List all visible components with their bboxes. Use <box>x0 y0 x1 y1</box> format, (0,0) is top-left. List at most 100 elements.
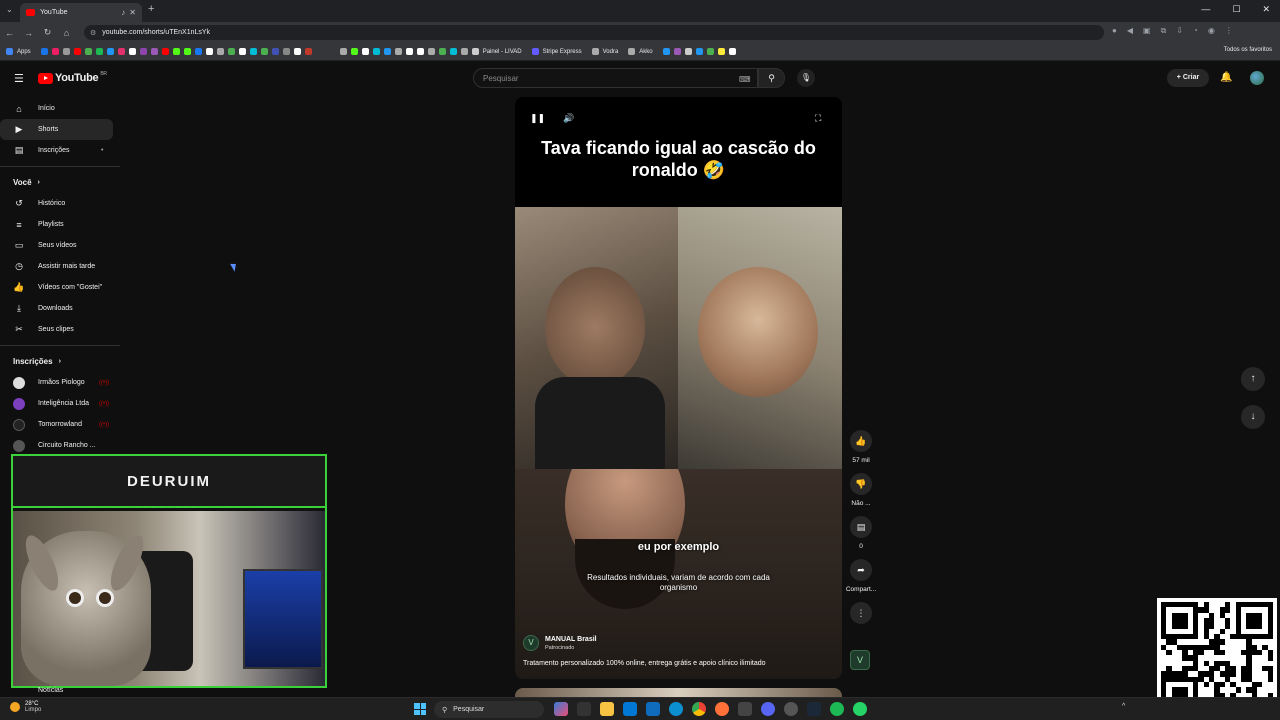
sidebar-channel[interactable]: Irmãos Piologo ((•)) <box>0 372 122 393</box>
edge-icon[interactable] <box>669 702 683 716</box>
bookmark-akko[interactable]: Akko <box>639 49 652 55</box>
sidebar-channel[interactable]: Tomorrowland ((•)) <box>0 414 122 435</box>
next-short-button[interactable]: ↓ <box>1241 405 1265 429</box>
previous-short-button[interactable]: ↑ <box>1241 367 1265 391</box>
audio-icon[interactable]: ♪ <box>121 8 125 17</box>
bookmark-icon[interactable] <box>684 48 692 55</box>
sponsor-info[interactable]: V MANUAL Brasil Patrocinado <box>523 635 597 651</box>
sidebar-item-inscricoes[interactable]: ▤ Inscrições • <box>0 140 122 161</box>
sidebar-item-assistir-mais-tarde[interactable]: ◷ Assistir mais tarde <box>0 256 122 277</box>
hamburger-menu-icon[interactable]: ☰ <box>14 72 24 85</box>
bookmark-icon[interactable] <box>73 48 81 55</box>
bookmark-icon[interactable] <box>128 48 136 55</box>
bookmark-icon[interactable] <box>249 48 257 55</box>
site-info-icon[interactable]: ⚙ <box>90 29 96 37</box>
forward-icon[interactable]: → <box>19 28 38 38</box>
discord-icon[interactable] <box>761 702 775 716</box>
firefox-icon[interactable] <box>715 702 729 716</box>
bookmark-icon[interactable] <box>717 48 725 55</box>
bookmark-icon[interactable] <box>416 48 424 55</box>
bookmark-icon[interactable] <box>394 48 402 55</box>
bookmark-icon[interactable] <box>438 48 446 55</box>
youtube-logo[interactable]: YouTube BR <box>38 71 107 84</box>
shorts-video-player[interactable]: ❚❚ 🔊 ⛶ Tava ficando igual ao cascão do r… <box>515 97 842 679</box>
bookmark-icon[interactable] <box>460 48 468 55</box>
profile-icon[interactable]: ◉ <box>1208 26 1215 36</box>
bookmark-icon[interactable] <box>238 48 246 55</box>
close-tab-icon[interactable]: ✕ <box>129 8 136 17</box>
bookmark-icon[interactable] <box>139 48 147 55</box>
create-button[interactable]: + Criar <box>1167 69 1209 87</box>
dislike-button[interactable]: 👎 <box>850 473 872 495</box>
reload-icon[interactable]: ↻ <box>38 27 57 38</box>
terminal-icon[interactable] <box>738 702 752 716</box>
bookmark-icon[interactable] <box>293 48 301 55</box>
bookmark-icon[interactable] <box>383 48 391 55</box>
whatsapp-icon[interactable] <box>853 702 867 716</box>
history-icon[interactable]: ◔ <box>1193 26 1198 36</box>
bookmark-icon[interactable] <box>161 48 169 55</box>
menu-icon[interactable]: ⋮ <box>1225 26 1233 36</box>
extension-icon[interactable]: ⧉ <box>1161 26 1167 36</box>
bookmark-icon[interactable] <box>706 48 714 55</box>
bookmark-icon[interactable] <box>84 48 92 55</box>
bookmark-icon[interactable] <box>216 48 224 55</box>
search-button[interactable]: ⚲ <box>758 68 785 88</box>
address-bar[interactable]: ⚙ youtube.com/shorts/uTEnX1nLsYk <box>84 25 1104 40</box>
notifications-bell-icon[interactable]: 🔔 <box>1220 72 1232 83</box>
bookmark-icon[interactable] <box>304 48 312 55</box>
download-icon[interactable]: ⇩ <box>1176 26 1183 36</box>
bookmark-icon[interactable] <box>405 48 413 55</box>
tab-menu-icon[interactable]: ⌄ <box>6 5 13 14</box>
bookmark-icon[interactable] <box>260 48 268 55</box>
bookmark-apps[interactable]: Apps <box>17 49 31 55</box>
outlook-icon[interactable] <box>623 702 637 716</box>
sponsor-channel-button[interactable]: V <box>850 650 870 670</box>
avatar[interactable] <box>1250 71 1264 85</box>
bookmark-icon[interactable] <box>282 48 290 55</box>
share-button[interactable]: ➦ <box>850 559 872 581</box>
weather-widget[interactable]: 28°C Limpo <box>10 701 41 713</box>
keyboard-icon[interactable]: ⌨ <box>739 75 751 84</box>
bookmark-icon[interactable] <box>205 48 213 55</box>
sidebar-item-seus-clipes[interactable]: ✂ Seus clipes <box>0 319 122 340</box>
system-tray-chevron-icon[interactable]: ^ <box>1122 703 1125 710</box>
sidebar-item-historico[interactable]: ↺ Histórico <box>0 193 122 214</box>
bookmark-icon[interactable] <box>117 48 125 55</box>
sidebar-item-inicio[interactable]: ⌂ Início <box>0 98 122 119</box>
back-icon[interactable]: ← <box>0 28 19 38</box>
bookmark-painel[interactable]: Painel - LIVAD <box>483 49 522 55</box>
obs-icon[interactable] <box>784 702 798 716</box>
taskbar-search[interactable]: ⚲ Pesquisar <box>434 701 544 718</box>
bookmark-icon[interactable] <box>51 48 59 55</box>
bookmark-icon[interactable] <box>673 48 681 55</box>
sidebar-channel[interactable]: Circuito Rancho ... <box>0 435 122 456</box>
like-button[interactable]: 👍 <box>850 430 872 452</box>
sidebar-section-voce[interactable]: Você › <box>0 172 122 193</box>
sidebar-item-playlists[interactable]: ≡ Playlists <box>0 214 122 235</box>
windows-start-icon[interactable] <box>414 703 426 715</box>
bookmark-icon[interactable] <box>183 48 191 55</box>
close-window-icon[interactable]: ✕ <box>1262 4 1270 15</box>
minimize-icon[interactable]: — <box>1201 4 1210 15</box>
bookmark-icon[interactable] <box>427 48 435 55</box>
sidebar-item-noticias[interactable]: Notícias <box>38 687 63 694</box>
bookmark-icon[interactable] <box>372 48 380 55</box>
browser-tab-youtube[interactable]: YouTube ♪ ✕ <box>20 3 142 22</box>
bookmark-icon[interactable] <box>95 48 103 55</box>
bookmark-icon[interactable] <box>350 48 358 55</box>
extension-icon[interactable]: ● <box>1112 26 1117 36</box>
more-options-button[interactable]: ⋮ <box>850 602 872 624</box>
new-tab-icon[interactable]: + <box>148 3 154 15</box>
bookmark-stripe[interactable]: Stripe Express <box>543 49 582 55</box>
bookmark-icon[interactable] <box>471 48 479 55</box>
sidebar-section-inscricoes[interactable]: Inscrições › <box>0 351 122 372</box>
bookmark-icon[interactable] <box>194 48 202 55</box>
sidebar-item-gostei[interactable]: 👍 Vídeos com "Gostei" <box>0 277 122 298</box>
sidebar-channel[interactable]: Inteligência Ltda ((•)) <box>0 393 122 414</box>
search-input[interactable]: Pesquisar <box>473 68 758 88</box>
home-browser-icon[interactable]: ⌂ <box>57 28 76 38</box>
sidebar-item-downloads[interactable]: ⤓ Downloads <box>0 298 122 319</box>
fullscreen-icon[interactable]: ⛶ <box>815 113 821 124</box>
chrome-icon[interactable] <box>692 702 706 716</box>
